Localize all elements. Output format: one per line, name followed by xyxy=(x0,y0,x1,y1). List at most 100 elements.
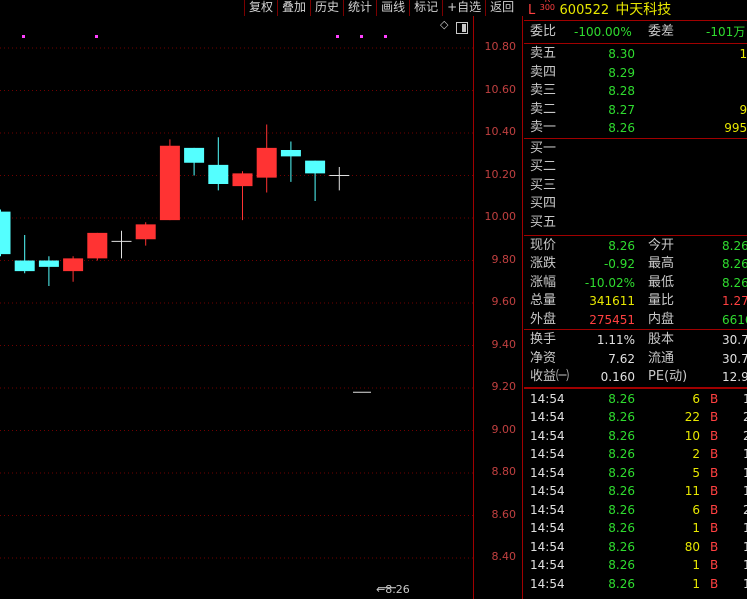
fund-row: 净资 7.62 流通 30.7亿 xyxy=(524,350,747,369)
tick-volume: 80 xyxy=(684,539,700,554)
weicha-value: -101万 xyxy=(706,25,746,39)
quote-label2: 最低 xyxy=(648,274,675,290)
quote-value2: 66160 xyxy=(722,312,747,327)
last-price-marker: ←8.26 xyxy=(376,583,410,596)
tick-direction: B xyxy=(710,484,719,498)
quote-label: 现价 xyxy=(530,237,557,253)
price-tick-label: 9.00 xyxy=(491,422,517,436)
tick-volume: 10 xyxy=(684,428,700,443)
tick-row[interactable]: 14:54 8.26 22 B 2 xyxy=(524,408,747,427)
kline-chart[interactable] xyxy=(0,16,473,599)
tick-count: 2 xyxy=(743,502,747,517)
tick-price: 8.26 xyxy=(608,576,635,591)
price-tick-label: 8.80 xyxy=(491,465,517,478)
tick-row[interactable]: 14:54 8.26 1 B 1 xyxy=(524,575,747,594)
ask-label: 卖四 xyxy=(530,64,557,80)
candle-body xyxy=(232,173,253,187)
bid-label: 买四 xyxy=(530,196,557,211)
tick-list[interactable]: 14:54 8.26 6 B 1 14:54 8.26 22 B 2 14:54 8.26 10 B 2 14… xyxy=(524,386,747,594)
overlay-button[interactable]: 叠加 xyxy=(277,0,310,16)
tick-price: 8.26 xyxy=(608,484,635,498)
tick-direction: B xyxy=(710,539,719,554)
signal-marker xyxy=(95,35,98,38)
fuquan-button[interactable]: 复权 xyxy=(244,0,277,16)
candle-body xyxy=(256,147,277,178)
candle-body xyxy=(14,260,35,272)
quote-label2: 最高 xyxy=(648,256,675,271)
bid-row[interactable]: 买一 xyxy=(524,140,747,159)
ask-row[interactable]: 卖五 8.30 1439 xyxy=(524,45,747,64)
bid-row[interactable]: 买二 xyxy=(524,158,747,177)
quote-value: 341611 xyxy=(589,294,635,308)
quote-label2: 内盘 xyxy=(648,311,675,327)
candle xyxy=(63,256,84,282)
tick-price: 8.26 xyxy=(608,428,635,443)
tick-row[interactable]: 14:54 8.26 6 B 1 xyxy=(524,390,747,409)
tick-row[interactable]: 14:54 8.26 1 B 1 xyxy=(524,519,747,538)
tick-direction: B xyxy=(710,410,719,424)
ask-price: 8.27 xyxy=(608,102,635,117)
quote-label: 总量 xyxy=(530,293,557,308)
fund-row: 收益㈠ 0.160 PE(动) 12.9 xyxy=(524,368,747,387)
tick-volume: 1 xyxy=(692,558,700,572)
ask-price: 8.28 xyxy=(608,84,635,98)
price-tick-label: 10.80 xyxy=(484,40,517,53)
tick-row[interactable]: 14:54 8.26 6 B 2 xyxy=(524,501,747,520)
diamond-icon[interactable]: ◇ xyxy=(440,19,452,31)
mark-button[interactable]: 标记 xyxy=(409,0,442,16)
tick-row[interactable]: 14:54 8.26 10 B 2 xyxy=(524,427,747,446)
statistics-button[interactable]: 统计 xyxy=(343,0,376,16)
tick-row[interactable]: 14:54 8.26 5 B 1 xyxy=(524,464,747,483)
ask-row[interactable]: 卖三 8.28 809 xyxy=(524,82,747,101)
ask-volume: 9317 xyxy=(739,102,747,117)
stock-code: 600522 xyxy=(559,3,610,18)
candle xyxy=(38,256,59,286)
fund-value2: 12.9 xyxy=(722,370,747,384)
tick-direction: B xyxy=(710,576,719,591)
tick-row[interactable]: 14:54 8.26 11 B 1 xyxy=(524,482,747,501)
draw-line-button[interactable]: 画线 xyxy=(376,0,409,16)
price-tick-label: 10.60 xyxy=(484,82,517,96)
history-button[interactable]: 历史 xyxy=(310,0,343,16)
candle-body xyxy=(87,232,108,259)
bid-row[interactable]: 买四 xyxy=(524,195,747,214)
quote-label: 外盘 xyxy=(530,311,557,327)
bid-row[interactable]: 买三 xyxy=(524,177,747,196)
signal-marker xyxy=(384,35,387,38)
ask-row[interactable]: 卖四 8.29 583 xyxy=(524,64,747,83)
quote-row: 总量 341611 量比 1.27 xyxy=(524,292,747,311)
tick-count: 1 xyxy=(743,576,747,591)
tick-volume: 22 xyxy=(684,410,700,424)
quote-value: -0.92 xyxy=(603,257,635,271)
add-watchlist-button[interactable]: +自选 xyxy=(442,0,485,16)
quote-row: 涨幅 -10.02% 最低 8.26 xyxy=(524,274,747,293)
tick-price: 8.26 xyxy=(608,410,635,424)
bid-row[interactable]: 买五 xyxy=(524,214,747,233)
tick-row[interactable]: 14:54 8.26 80 B 1 xyxy=(524,538,747,557)
tick-row[interactable]: 14:54 8.26 1 B 1 xyxy=(524,556,747,575)
tick-volume: 11 xyxy=(684,484,700,498)
candle xyxy=(280,141,301,182)
ask-row[interactable]: 卖一 8.26 995560 xyxy=(524,119,747,138)
candle xyxy=(232,171,253,221)
ask-row[interactable]: 卖二 8.27 9317 xyxy=(524,101,747,120)
tick-row[interactable]: 14:54 8.26 2 B 1 xyxy=(524,445,747,464)
weibi-value: -100.00% xyxy=(574,25,632,39)
quote-value: 275451 xyxy=(589,312,635,327)
tick-count: 1 xyxy=(743,558,747,572)
ask-label: 卖一 xyxy=(530,120,557,135)
bid-label: 买三 xyxy=(530,177,557,193)
last-price-label: 8.26 xyxy=(385,583,410,596)
back-button[interactable]: 返回 xyxy=(485,0,518,16)
ask-book: 卖五 8.30 1439 卖四 8.29 583 卖三 8.28 809 卖二 8.27 9317 卖一… xyxy=(524,43,747,138)
tick-direction: B xyxy=(710,502,719,517)
window-toggle-icon[interactable] xyxy=(456,19,468,34)
fund-value2: 30.7亿 xyxy=(722,333,747,347)
candle xyxy=(256,124,277,193)
fund-label: 收益㈠ xyxy=(530,369,570,384)
quote-value2: 8.26 xyxy=(722,257,747,271)
fund-value: 0.160 xyxy=(600,370,635,384)
bid-label: 买二 xyxy=(530,159,557,174)
candle-body xyxy=(305,160,326,174)
bid-label: 买五 xyxy=(530,214,557,230)
